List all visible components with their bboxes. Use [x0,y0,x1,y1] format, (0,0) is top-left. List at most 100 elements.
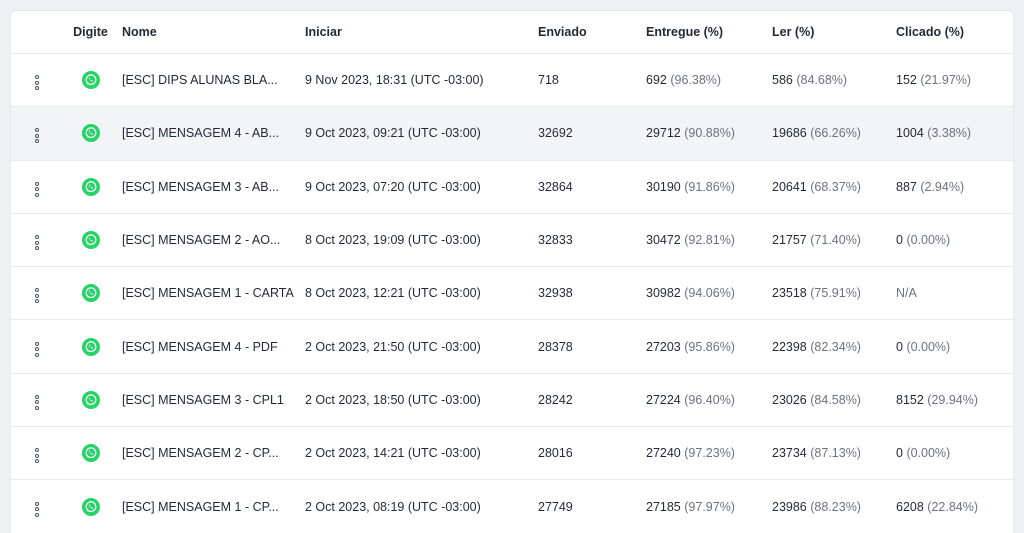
row-sent: 28016 [538,446,573,461]
table-row[interactable]: [ESC] MENSAGEM 4 - AB... 9 Oct 2023, 09:… [11,106,1013,161]
row-clicked: 6208 (22.84%) [896,480,1013,533]
row-sent: 32938 [538,286,573,301]
delivered-percent: (97.23%) [684,446,735,461]
table-row[interactable]: [ESC] MENSAGEM 1 - CARTA 8 Oct 2023, 12:… [11,267,1013,320]
vertical-dots-icon[interactable] [31,500,43,519]
vertical-dots-icon[interactable] [31,73,43,92]
vertical-dots-icon[interactable] [31,446,43,465]
vertical-dots-icon[interactable] [31,126,43,145]
row-read: 23986 (88.23%) [772,480,896,533]
clicked-count: 0 [896,339,903,354]
header-name[interactable]: Nome [122,11,305,54]
clicked-count: 0 [896,446,903,461]
row-name[interactable]: [ESC] MENSAGEM 1 - CP... [122,480,305,533]
row-delivered: 27203 (95.86%) [646,320,772,373]
vertical-dots-icon[interactable] [31,393,43,412]
clicked-count: 6208 [896,499,924,514]
table-row[interactable]: [ESC] MENSAGEM 4 - PDF 2 Oct 2023, 21:50… [11,320,1013,374]
vertical-dots-icon[interactable] [31,286,43,305]
table-row[interactable]: [ESC] MENSAGEM 3 - AB... 9 Oct 2023, 07:… [11,160,1013,214]
read-count: 23986 [772,499,807,514]
row-start: 9 Oct 2023, 07:20 (UTC -03:00) [305,179,481,194]
header-sent[interactable]: Enviado [538,11,646,54]
table-header-row: Digite Nome Iniciar Enviado Entregue (%)… [11,11,1013,54]
header-read[interactable]: Ler (%) [772,11,896,54]
row-sent: 32833 [538,233,573,248]
header-type[interactable]: Digite [59,11,122,54]
row-clicked: N/A [896,267,1013,320]
row-type-cell [59,160,122,213]
row-start: 2 Oct 2023, 18:50 (UTC -03:00) [305,392,481,407]
clicked-count: 887 [896,179,917,194]
delivered-count: 29712 [646,126,681,141]
row-menu-cell [11,54,59,107]
row-delivered: 30190 (91.86%) [646,160,772,213]
row-delivered: 29712 (90.88%) [646,107,772,160]
clicked-count: 152 [896,73,917,88]
delivered-count: 27240 [646,446,681,461]
header-delivered[interactable]: Entregue (%) [646,11,772,54]
row-name[interactable]: [ESC] MENSAGEM 1 - CARTA [122,267,305,320]
row-start: 9 Nov 2023, 18:31 (UTC -03:00) [305,73,484,88]
whatsapp-icon [81,444,100,463]
header-start[interactable]: Iniciar [305,11,538,54]
read-count: 20641 [772,179,807,194]
table-row[interactable]: [ESC] MENSAGEM 2 - AO... 8 Oct 2023, 19:… [11,213,1013,267]
delivered-percent: (91.86%) [684,179,735,194]
row-menu-cell [11,373,59,426]
row-delivered: 30982 (94.06%) [646,267,772,320]
read-count: 586 [772,73,793,88]
table-row[interactable]: [ESC] MENSAGEM 2 - CP... 2 Oct 2023, 14:… [11,427,1013,480]
row-sent: 32692 [538,126,573,141]
table-row[interactable]: [ESC] DIPS ALUNAS BLA... 9 Nov 2023, 18:… [11,54,1013,107]
clicked-percent: (22.84%) [927,499,979,514]
row-name[interactable]: [ESC] MENSAGEM 2 - AO... [122,213,305,266]
vertical-dots-icon[interactable] [31,340,43,359]
vertical-dots-icon[interactable] [31,180,43,199]
row-clicked: 0 (0.00%) [896,320,1013,373]
whatsapp-icon [81,231,100,250]
table-row[interactable]: [ESC] MENSAGEM 3 - CPL1 2 Oct 2023, 18:5… [11,373,1013,427]
read-percent: (84.68%) [796,73,848,88]
delivered-percent: (97.97%) [684,499,735,514]
header-menu [11,11,59,54]
row-name[interactable]: [ESC] MENSAGEM 4 - PDF [122,320,305,373]
row-type-cell [59,320,122,373]
row-sent: 718 [538,73,559,88]
row-name[interactable]: [ESC] MENSAGEM 3 - AB... [122,160,305,213]
row-menu-cell [11,160,59,213]
delivered-percent: (90.88%) [684,126,735,141]
delivered-percent: (96.38%) [670,73,722,88]
delivered-count: 27185 [646,499,681,514]
row-read: 23734 (87.13%) [772,427,896,480]
row-read: 23518 (75.91%) [772,267,896,320]
row-name[interactable]: [ESC] DIPS ALUNAS BLA... [122,54,305,107]
whatsapp-icon [81,497,100,516]
row-type-cell [59,213,122,266]
clicked-count: N/A [896,286,917,301]
read-count: 23026 [772,392,807,407]
row-start: 2 Oct 2023, 14:21 (UTC -03:00) [305,446,481,461]
row-clicked: 0 (0.00%) [896,427,1013,480]
row-start: 8 Oct 2023, 12:21 (UTC -03:00) [305,286,481,301]
delivered-percent: (92.81%) [684,233,735,248]
vertical-dots-icon[interactable] [31,233,43,252]
header-clicked[interactable]: Clicado (%) [896,11,1013,54]
row-name[interactable]: [ESC] MENSAGEM 4 - AB... [122,107,305,160]
row-name[interactable]: [ESC] MENSAGEM 2 - CP... [122,427,305,480]
row-menu-cell [11,480,59,533]
row-menu-cell [11,267,59,320]
whatsapp-icon [81,390,100,409]
row-start: 9 Oct 2023, 09:21 (UTC -03:00) [305,126,481,141]
row-delivered: 27185 (97.97%) [646,480,772,533]
read-percent: (87.13%) [810,446,861,461]
row-read: 23026 (84.58%) [772,373,896,426]
row-start: 2 Oct 2023, 21:50 (UTC -03:00) [305,339,481,354]
table-row[interactable]: [ESC] MENSAGEM 1 - CP... 2 Oct 2023, 08:… [11,480,1013,533]
row-name[interactable]: [ESC] MENSAGEM 3 - CPL1 [122,373,305,426]
row-menu-cell [11,213,59,266]
clicked-percent: (29.94%) [927,392,979,407]
delivered-count: 692 [646,73,667,88]
whatsapp-icon [81,71,100,90]
row-clicked: 152 (21.97%) [896,54,1013,107]
